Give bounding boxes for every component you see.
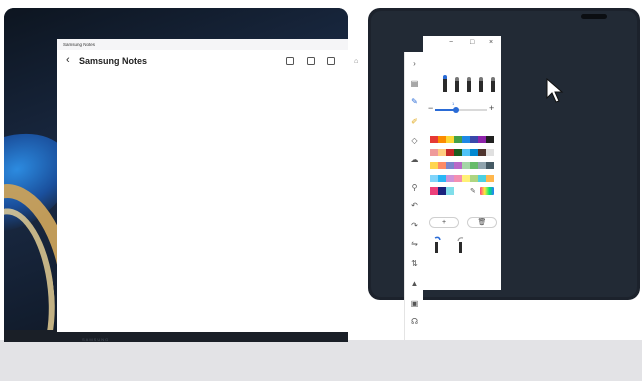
- image-icon[interactable]: ▣: [410, 300, 419, 308]
- color-swatch[interactable]: [470, 149, 478, 156]
- color-swatch[interactable]: [462, 162, 470, 169]
- lock-icon: ⌂: [354, 58, 359, 65]
- color-swatch[interactable]: [438, 149, 446, 156]
- format-icon[interactable]: ⇅: [410, 260, 419, 268]
- eraser-icon[interactable]: ◇: [410, 137, 419, 145]
- color-swatch[interactable]: [478, 136, 486, 143]
- delete-favorite-button[interactable]: 🗑: [467, 217, 497, 228]
- audio-icon[interactable]: ☊: [410, 318, 419, 326]
- color-swatch[interactable]: [430, 175, 438, 182]
- redo-icon[interactable]: ↷: [410, 222, 419, 230]
- notes-header: ‹ Samsung Notes: [57, 53, 348, 71]
- minimize-button[interactable]: −: [449, 39, 453, 46]
- color-swatch[interactable]: [454, 162, 462, 169]
- size-value: 1: [452, 101, 455, 106]
- size-slider[interactable]: [435, 107, 487, 113]
- close-button[interactable]: ×: [489, 39, 493, 46]
- color-swatch[interactable]: [438, 162, 446, 169]
- text-icon[interactable]: ⇋: [410, 240, 419, 248]
- keyboard-icon[interactable]: ▤: [410, 80, 419, 88]
- color-swatch[interactable]: [486, 175, 494, 182]
- size-decrease-button[interactable]: −: [428, 103, 433, 113]
- color-row-5: ✎: [430, 187, 494, 195]
- page-title: Samsung Notes: [79, 56, 148, 66]
- color-swatch[interactable]: [470, 162, 478, 169]
- size-slider-fill: [435, 109, 455, 111]
- eyedropper-icon[interactable]: ✎: [470, 187, 476, 195]
- pen-icon[interactable]: [455, 77, 459, 92]
- color-swatch[interactable]: [478, 149, 486, 156]
- favorite-pen-1-icon[interactable]: [431, 236, 443, 254]
- shape-icon[interactable]: ⚲: [410, 184, 419, 192]
- color-swatch[interactable]: [454, 175, 462, 182]
- color-swatch[interactable]: [446, 136, 454, 143]
- color-swatch[interactable]: [462, 136, 470, 143]
- favorite-pen-2-icon[interactable]: [455, 236, 467, 254]
- mouse-cursor-icon: [546, 77, 566, 109]
- color-swatch[interactable]: [438, 175, 446, 182]
- left-tablet: SAMSUNG Samsung Notes ‹ Samsung Notes: [4, 8, 348, 342]
- fill-icon[interactable]: ▲: [410, 280, 419, 288]
- window-title: Samsung Notes: [63, 42, 96, 47]
- camera-notch: [581, 14, 607, 19]
- color-swatch[interactable]: [446, 175, 454, 182]
- color-swatch[interactable]: [486, 136, 494, 143]
- color-swatch[interactable]: [446, 187, 454, 195]
- back-chevron-icon[interactable]: ‹: [66, 55, 70, 66]
- marker-icon[interactable]: [491, 77, 495, 92]
- color-swatch[interactable]: [430, 187, 438, 195]
- color-row-2: [430, 149, 494, 156]
- color-swatch[interactable]: [478, 162, 486, 169]
- edit-icon[interactable]: [327, 57, 335, 65]
- color-swatch[interactable]: [462, 149, 470, 156]
- color-swatch[interactable]: [470, 175, 478, 182]
- window-titlebar[interactable]: Samsung Notes: [57, 39, 348, 50]
- color-swatch[interactable]: [462, 175, 470, 182]
- faded-toolbar: ⌂: [348, 36, 368, 340]
- lasso-icon[interactable]: ☁: [410, 156, 419, 164]
- color-swatch[interactable]: [430, 149, 438, 156]
- brush-icon[interactable]: [479, 77, 483, 92]
- maximize-button[interactable]: □: [470, 39, 474, 46]
- floor-band: [0, 340, 642, 381]
- color-swatch[interactable]: [438, 187, 446, 195]
- color-row-4: [430, 175, 494, 182]
- pen-settings-panel: − □ × − 1 + ✎ + 🗑: [423, 36, 501, 290]
- color-swatch[interactable]: [470, 136, 478, 143]
- highlighter-icon[interactable]: ✐: [410, 118, 419, 126]
- color-row-3: [430, 162, 494, 169]
- pencil-icon[interactable]: [467, 77, 471, 92]
- color-row-1: [430, 136, 494, 143]
- chevron-right-icon[interactable]: ›: [410, 60, 419, 68]
- color-swatch[interactable]: [486, 162, 494, 169]
- color-swatch[interactable]: [438, 136, 446, 143]
- color-swatch[interactable]: [446, 162, 454, 169]
- drawing-toolbar: › ▤ ✎ ✐ ◇ ☁ ⚲ ↶ ↷ ⇋ ⇅ ▲ ▣ ☊: [404, 52, 423, 340]
- color-picker-icon[interactable]: [480, 187, 494, 195]
- color-swatch[interactable]: [486, 149, 494, 156]
- size-slider-thumb[interactable]: [453, 107, 459, 113]
- fountain-pen-icon[interactable]: [443, 75, 447, 92]
- undo-icon[interactable]: ↶: [410, 202, 419, 210]
- brand-label: SAMSUNG: [82, 337, 110, 342]
- color-swatch[interactable]: [430, 162, 438, 169]
- pen-type-row: [431, 70, 495, 92]
- window-controls: − □ ×: [423, 36, 501, 50]
- pen-icon[interactable]: ✎: [410, 98, 419, 106]
- book-icon[interactable]: [286, 57, 294, 65]
- color-swatch[interactable]: [430, 136, 438, 143]
- size-increase-button[interactable]: +: [489, 103, 494, 113]
- color-swatch[interactable]: [446, 149, 454, 156]
- color-swatch[interactable]: [454, 149, 462, 156]
- samsung-notes-window[interactable]: Samsung Notes ‹ Samsung Notes: [57, 39, 348, 332]
- color-swatch[interactable]: [454, 136, 462, 143]
- color-swatch[interactable]: [478, 175, 486, 182]
- add-favorite-button[interactable]: +: [429, 217, 459, 228]
- pdf-icon[interactable]: [307, 57, 315, 65]
